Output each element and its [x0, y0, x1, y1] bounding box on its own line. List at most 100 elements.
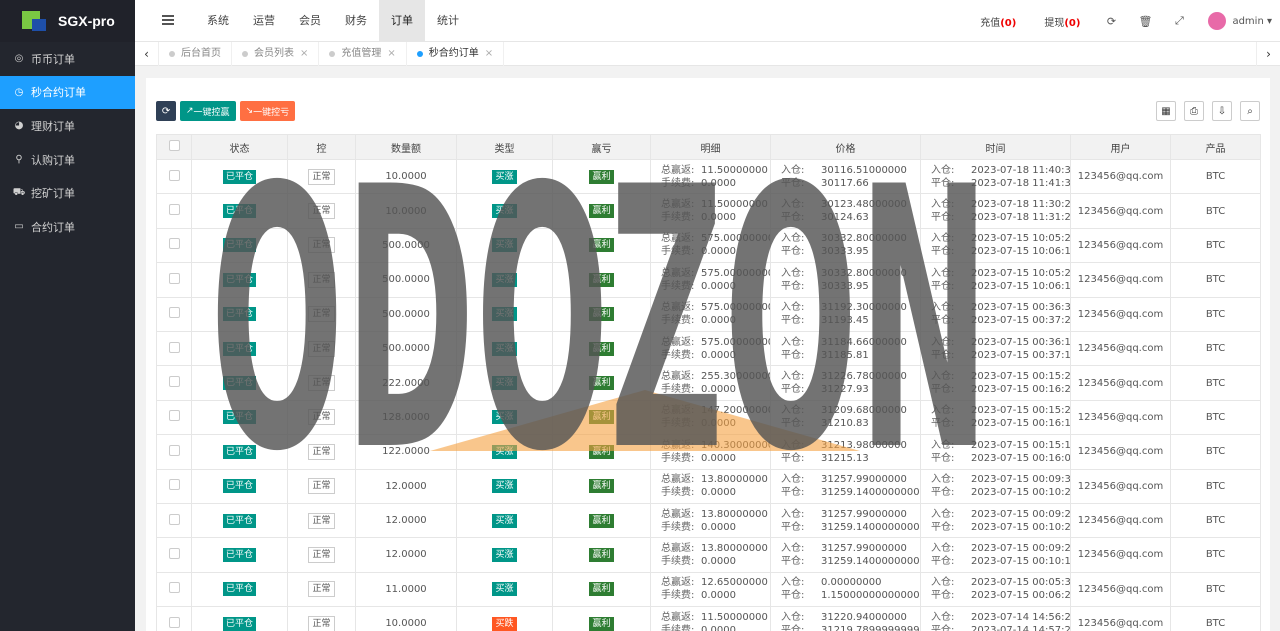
- tab-dot-icon: [329, 51, 336, 57]
- tab-scroll-left-icon[interactable]: ‹: [135, 42, 159, 66]
- row-checkbox[interactable]: [156, 502, 192, 539]
- row-checkbox[interactable]: [156, 193, 192, 229]
- tab-close-icon[interactable]: ×: [300, 42, 308, 66]
- sidebar-item-5[interactable]: ▭ 合约订单: [0, 210, 135, 244]
- row-checkbox[interactable]: [156, 158, 192, 195]
- column-header[interactable]: 数量额: [355, 134, 457, 160]
- control-badge[interactable]: 正常: [308, 615, 335, 631]
- row-checkbox[interactable]: [156, 399, 192, 436]
- user-cell: 123456@qq.com: [1070, 365, 1171, 401]
- user-menu[interactable]: admin ▾: [1232, 16, 1272, 27]
- price-cell: 入仓: 31257.99000000 平仓: 31259.14000000000: [770, 537, 921, 573]
- user-cell: 123456@qq.com: [1070, 399, 1171, 436]
- control-badge[interactable]: 正常: [308, 237, 335, 254]
- row-checkbox[interactable]: [156, 434, 192, 470]
- print-icon[interactable]: ⎙: [1184, 101, 1204, 121]
- tab-close-icon[interactable]: ×: [485, 42, 493, 66]
- row-checkbox[interactable]: [156, 468, 192, 504]
- tab-scroll-right-icon[interactable]: ›: [1256, 42, 1280, 66]
- sidebar-item-4[interactable]: ⛟ 挖矿订单: [0, 176, 135, 210]
- column-header[interactable]: 控: [287, 134, 356, 160]
- top-menu-item[interactable]: 订单: [379, 0, 425, 42]
- select-all-checkbox[interactable]: [156, 134, 192, 160]
- withdraw-link[interactable]: 提现(0): [1044, 14, 1080, 29]
- result-badge: 赢利: [589, 616, 614, 631]
- control-badge[interactable]: 正常: [308, 168, 335, 185]
- control-badge[interactable]: 正常: [308, 306, 335, 323]
- tab-dot-icon: [169, 51, 175, 57]
- tab-item[interactable]: 秒合约订单 ×: [407, 42, 505, 66]
- logo[interactable]: SGX-pro: [0, 0, 135, 42]
- price-cell: 入仓: 31192.30000000 平仓: 31193.45: [770, 296, 921, 332]
- sidebar-item-1[interactable]: ◷ 秒合约订单: [0, 75, 135, 110]
- avatar[interactable]: [1208, 12, 1227, 30]
- detail-cell: 总赢返: 11.50000000 手续费: 0.0000: [650, 193, 771, 229]
- time-cell: 入仓: 2023-07-15 10:05:25 平仓: 2023-07-15 10:0…: [920, 227, 1071, 264]
- type-badge: 买跌: [492, 616, 517, 631]
- type-badge: 买涨: [492, 204, 517, 219]
- control-badge[interactable]: 正常: [308, 546, 335, 563]
- tab-close-icon[interactable]: ×: [387, 42, 395, 66]
- row-checkbox[interactable]: [156, 537, 192, 573]
- tab-item[interactable]: 后台首页: [159, 42, 232, 66]
- column-header[interactable]: 状态: [191, 134, 288, 160]
- columns-icon[interactable]: ▦: [1156, 101, 1176, 121]
- column-header[interactable]: 明细: [650, 134, 771, 160]
- sidebar-item-0[interactable]: ◎ 币币订单: [0, 42, 135, 76]
- row-checkbox[interactable]: [156, 606, 192, 631]
- control-badge[interactable]: 正常: [308, 512, 335, 529]
- column-header[interactable]: 用户: [1070, 134, 1171, 160]
- control-badge[interactable]: 正常: [308, 443, 335, 460]
- control-badge[interactable]: 正常: [308, 340, 335, 357]
- time-cell: 入仓: 2023-07-18 11:40:32 平仓: 2023-07-18 11:4…: [920, 158, 1071, 195]
- table-row: 已平仓 正常 12.0000 买涨 赢利 总赢返: 13.80000000 手续费: 0.000…: [156, 502, 1261, 539]
- trash-icon[interactable]: 🗑: [1128, 15, 1162, 28]
- refresh-icon[interactable]: ⟳: [1094, 15, 1128, 28]
- control-badge[interactable]: 正常: [308, 581, 335, 598]
- sidebar-item-label: 秒合约订单: [31, 86, 86, 100]
- amount-cell: 10.0000: [355, 193, 457, 229]
- detail-cell: 总赢返: 13.80000000 手续费: 0.0000: [650, 537, 771, 573]
- control-badge[interactable]: 正常: [308, 478, 335, 495]
- top-menu-item[interactable]: 会员: [287, 0, 333, 42]
- row-checkbox[interactable]: [156, 227, 192, 264]
- column-header[interactable]: 类型: [456, 134, 553, 160]
- column-header[interactable]: 赢亏: [552, 134, 651, 160]
- top-menu-item[interactable]: 系统: [195, 0, 241, 42]
- product-cell: BTC: [1170, 606, 1261, 631]
- control-badge[interactable]: 正常: [308, 203, 335, 220]
- type-badge: 买涨: [492, 376, 517, 391]
- control-badge[interactable]: 正常: [308, 409, 335, 426]
- detail-cell: 总赢返: 13.80000000 手续费: 0.0000: [650, 468, 771, 504]
- control-badge[interactable]: 正常: [308, 271, 335, 288]
- row-checkbox[interactable]: [156, 296, 192, 332]
- menu-toggle-icon[interactable]: [162, 15, 174, 25]
- top-menu-item[interactable]: 统计: [425, 0, 471, 42]
- control-lose-button[interactable]: ↘ 一键控亏: [239, 101, 296, 121]
- price-cell: 入仓: 31257.99000000 平仓: 31259.14000000000: [770, 502, 921, 539]
- tab-item[interactable]: 会员列表 ×: [232, 42, 320, 66]
- control-win-button[interactable]: ↗ 一键控赢: [180, 101, 236, 121]
- row-checkbox[interactable]: [156, 330, 192, 367]
- control-badge[interactable]: 正常: [308, 375, 335, 392]
- column-header[interactable]: 价格: [770, 134, 921, 160]
- sidebar-item-2[interactable]: ◕ 理财订单: [0, 109, 135, 143]
- export-icon[interactable]: ⇩: [1212, 101, 1232, 121]
- sidebar-item-label: 认购订单: [31, 153, 75, 167]
- sidebar-item-3[interactable]: ⚲ 认购订单: [0, 143, 135, 177]
- type-badge: 买涨: [492, 547, 517, 562]
- recharge-link[interactable]: 充值(0): [980, 14, 1016, 29]
- search-icon[interactable]: ⌕: [1240, 101, 1260, 121]
- refresh-button[interactable]: ⟳: [156, 101, 176, 121]
- tab-item[interactable]: 充值管理 ×: [319, 42, 407, 66]
- row-checkbox[interactable]: [156, 262, 192, 298]
- top-menu-item[interactable]: 运营: [241, 0, 287, 42]
- price-cell: 入仓: 31226.78000000 平仓: 31227.93: [770, 365, 921, 401]
- column-header[interactable]: 产品: [1170, 134, 1261, 160]
- detail-cell: 总赢返: 575.00000000 手续费: 0.0000: [650, 330, 771, 367]
- fullscreen-icon[interactable]: ⤢: [1162, 14, 1196, 28]
- column-header[interactable]: 时间: [920, 134, 1071, 160]
- row-checkbox[interactable]: [156, 571, 192, 608]
- top-menu-item[interactable]: 财务: [333, 0, 379, 42]
- row-checkbox[interactable]: [156, 365, 192, 401]
